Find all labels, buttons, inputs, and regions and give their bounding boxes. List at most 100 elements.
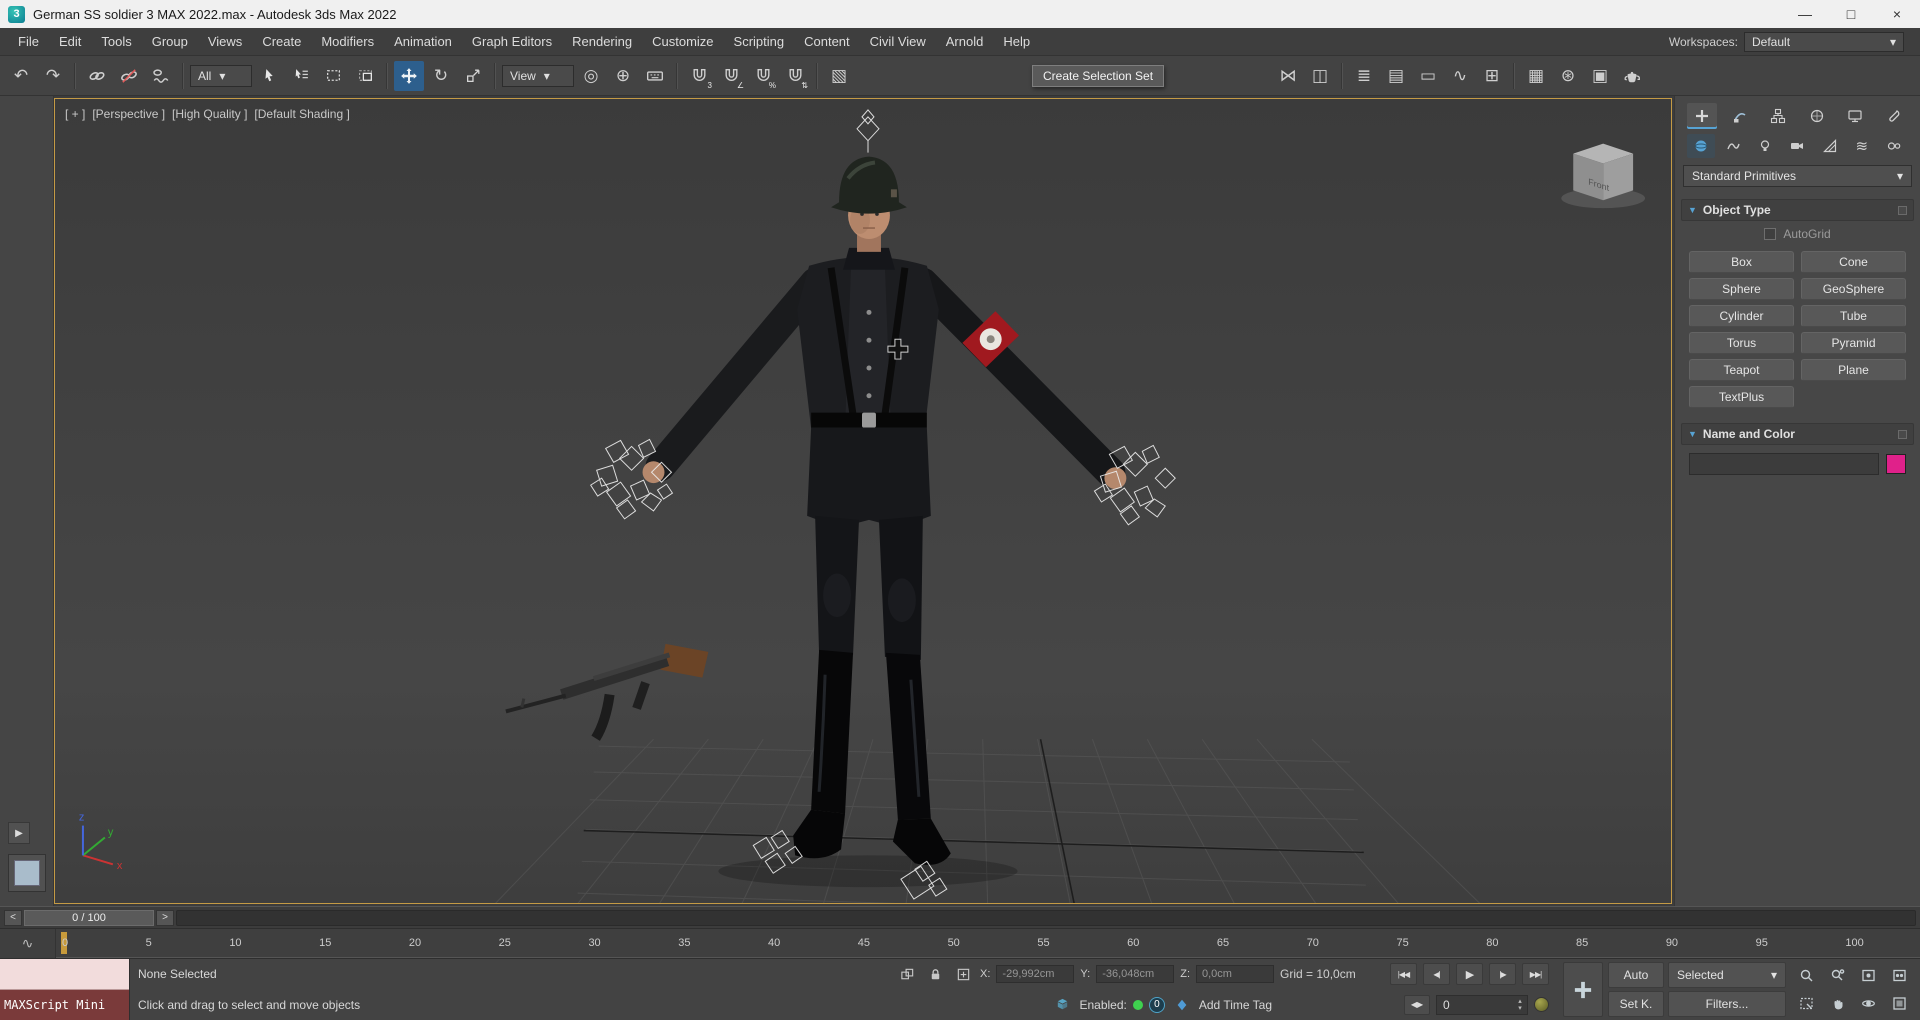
select-and-link-button[interactable] xyxy=(82,61,112,91)
use-pivot-center-button[interactable]: ◎ xyxy=(576,61,606,91)
select-and-rotate-button[interactable]: ↻ xyxy=(426,61,456,91)
object-type-button[interactable]: Tube xyxy=(1801,305,1906,327)
object-type-button[interactable]: Torus xyxy=(1689,332,1794,354)
zoom-all-button[interactable] xyxy=(1822,962,1852,989)
reference-coordinate-dropdown[interactable]: View ▾ xyxy=(502,64,574,87)
hierarchy-tab[interactable] xyxy=(1763,103,1793,129)
autogrid-checkbox[interactable] xyxy=(1764,228,1777,240)
menu-item[interactable]: Create xyxy=(252,34,311,49)
select-and-scale-button[interactable] xyxy=(458,61,488,91)
menu-item[interactable]: Edit xyxy=(49,34,91,49)
menu-item[interactable]: Views xyxy=(198,34,252,49)
viewport-shading-menu[interactable]: [Default Shading ] xyxy=(254,107,349,121)
selection-region-button[interactable] xyxy=(318,61,348,91)
snaps-toggle[interactable]: 3 xyxy=(684,61,714,91)
scene-security-toggle[interactable] xyxy=(1051,995,1073,1015)
menu-item[interactable]: Scripting xyxy=(724,34,795,49)
zoom-extents-button[interactable] xyxy=(1853,962,1883,989)
toggle-scene-explorer-button[interactable]: ≣ xyxy=(1349,61,1379,91)
viewport-general-menu[interactable]: [ + ] xyxy=(65,107,85,121)
close-button[interactable]: × xyxy=(1874,0,1920,28)
next-frame-playback-button[interactable]: |▶ xyxy=(1489,963,1516,986)
z-coord-field[interactable]: 0,0cm xyxy=(1196,965,1274,984)
percent-snap-toggle[interactable]: % xyxy=(748,61,778,91)
time-slider-handle[interactable]: 0 / 100 xyxy=(24,909,154,926)
modify-tab[interactable] xyxy=(1725,103,1755,129)
go-to-start-button[interactable]: |◀◀ xyxy=(1390,963,1417,986)
perspective-viewport[interactable]: Front x y z [ + ] [Perspective ] [High Q… xyxy=(54,98,1672,904)
time-slider-track[interactable] xyxy=(176,909,1916,926)
time-tag-button[interactable] xyxy=(1171,995,1193,1015)
undo-button[interactable]: ↶ xyxy=(6,61,36,91)
curve-editor-button[interactable]: ∿ xyxy=(1445,61,1475,91)
maximize-viewport-toggle[interactable] xyxy=(1884,990,1914,1017)
unlink-selection-button[interactable] xyxy=(114,61,144,91)
select-by-name-button[interactable] xyxy=(286,61,316,91)
menu-item[interactable]: Civil View xyxy=(860,34,936,49)
primitive-category-dropdown[interactable]: Standard Primitives ▾ xyxy=(1683,165,1912,187)
motion-tab[interactable] xyxy=(1802,103,1832,129)
previous-frame-playback-button[interactable]: ◀| xyxy=(1423,963,1450,986)
x-coord-field[interactable]: -29,992cm xyxy=(996,965,1075,984)
minimize-button[interactable]: — xyxy=(1782,0,1828,28)
object-type-button[interactable]: Cylinder xyxy=(1689,305,1794,327)
utilities-tab[interactable] xyxy=(1878,103,1908,129)
display-tab[interactable] xyxy=(1840,103,1870,129)
menu-item[interactable]: Arnold xyxy=(936,34,994,49)
select-object-button[interactable] xyxy=(254,61,284,91)
key-mode-toggle[interactable]: ◀▶ xyxy=(1404,994,1430,1015)
add-time-tag-label[interactable]: Add Time Tag xyxy=(1199,998,1272,1012)
blocked-commands-badge[interactable]: 0 xyxy=(1148,996,1165,1013)
menu-item[interactable]: Content xyxy=(794,34,860,49)
redo-button[interactable]: ↷ xyxy=(38,61,68,91)
menu-item[interactable]: File xyxy=(8,34,49,49)
bind-to-space-warp-button[interactable] xyxy=(146,61,176,91)
keyboard-override-toggle[interactable] xyxy=(640,61,670,91)
select-and-manipulate-button[interactable]: ⊕ xyxy=(608,61,638,91)
menu-item[interactable]: Animation xyxy=(384,34,462,49)
menu-item[interactable]: Modifiers xyxy=(311,34,384,49)
zoom-button[interactable] xyxy=(1791,962,1821,989)
systems-category[interactable] xyxy=(1880,134,1908,158)
object-type-button[interactable]: TextPlus xyxy=(1689,386,1794,408)
maxscript-mini-listener[interactable]: MAXScript Mini xyxy=(0,959,130,1020)
spinner-buttons[interactable]: ▴ ▾ xyxy=(1513,998,1527,1012)
absolute-offset-toggle[interactable] xyxy=(952,964,974,984)
current-frame-spinner[interactable]: 0 ▴ ▾ xyxy=(1436,994,1528,1015)
object-color-swatch[interactable] xyxy=(1886,454,1906,474)
selection-set-dropdown[interactable]: Selected ▾ xyxy=(1668,962,1786,988)
object-type-button[interactable]: Plane xyxy=(1801,359,1906,381)
viewport-quality-menu[interactable]: [High Quality ] xyxy=(172,107,247,121)
lights-category[interactable] xyxy=(1751,134,1779,158)
spinner-snap-toggle[interactable]: ⇅ xyxy=(780,61,810,91)
frame-ruler[interactable]: 0 5 10 15 20 25 30 35 40 45 50 55 60 65 70 75 80 85 90 95 10… xyxy=(56,929,1920,958)
layout-tabs-expand-button[interactable]: ▶ xyxy=(8,822,30,844)
selection-filter-dropdown[interactable]: All ▾ xyxy=(190,64,252,87)
menu-item[interactable]: Tools xyxy=(91,34,141,49)
object-name-input[interactable] xyxy=(1689,453,1879,475)
edit-named-selection-sets-button[interactable]: ▧ xyxy=(824,61,854,91)
name-and-color-rollout-header[interactable]: ▼ Name and Color xyxy=(1681,423,1914,445)
geometry-category[interactable] xyxy=(1687,134,1715,158)
shapes-category[interactable] xyxy=(1719,134,1747,158)
angle-snap-toggle[interactable]: ∠ xyxy=(716,61,746,91)
workspace-dropdown[interactable]: Default ▾ xyxy=(1744,31,1904,52)
render-setup-button[interactable]: ⊛ xyxy=(1553,61,1583,91)
default-tangents-button[interactable] xyxy=(1534,997,1549,1013)
material-editor-button[interactable]: ▦ xyxy=(1521,61,1551,91)
toggle-ribbon-button[interactable]: ▭ xyxy=(1413,61,1443,91)
zoom-extents-all-button[interactable] xyxy=(1884,962,1914,989)
open-mini-curve-editor-button[interactable]: ∿ xyxy=(0,929,56,958)
cameras-category[interactable] xyxy=(1783,134,1811,158)
schematic-view-button[interactable]: ⊞ xyxy=(1477,61,1507,91)
macro-recorder-pane[interactable] xyxy=(0,959,129,990)
select-and-move-button[interactable] xyxy=(394,60,424,91)
create-tab[interactable] xyxy=(1687,103,1717,129)
next-frame-button[interactable]: > xyxy=(156,909,174,926)
set-key-button[interactable]: Set K. xyxy=(1608,991,1664,1017)
auto-key-button[interactable]: Auto xyxy=(1608,962,1664,988)
object-type-button[interactable]: Cone xyxy=(1801,251,1906,273)
layout-thumbnail[interactable] xyxy=(8,854,46,892)
pan-view-button[interactable] xyxy=(1822,990,1852,1017)
align-button[interactable]: ◫ xyxy=(1305,61,1335,91)
